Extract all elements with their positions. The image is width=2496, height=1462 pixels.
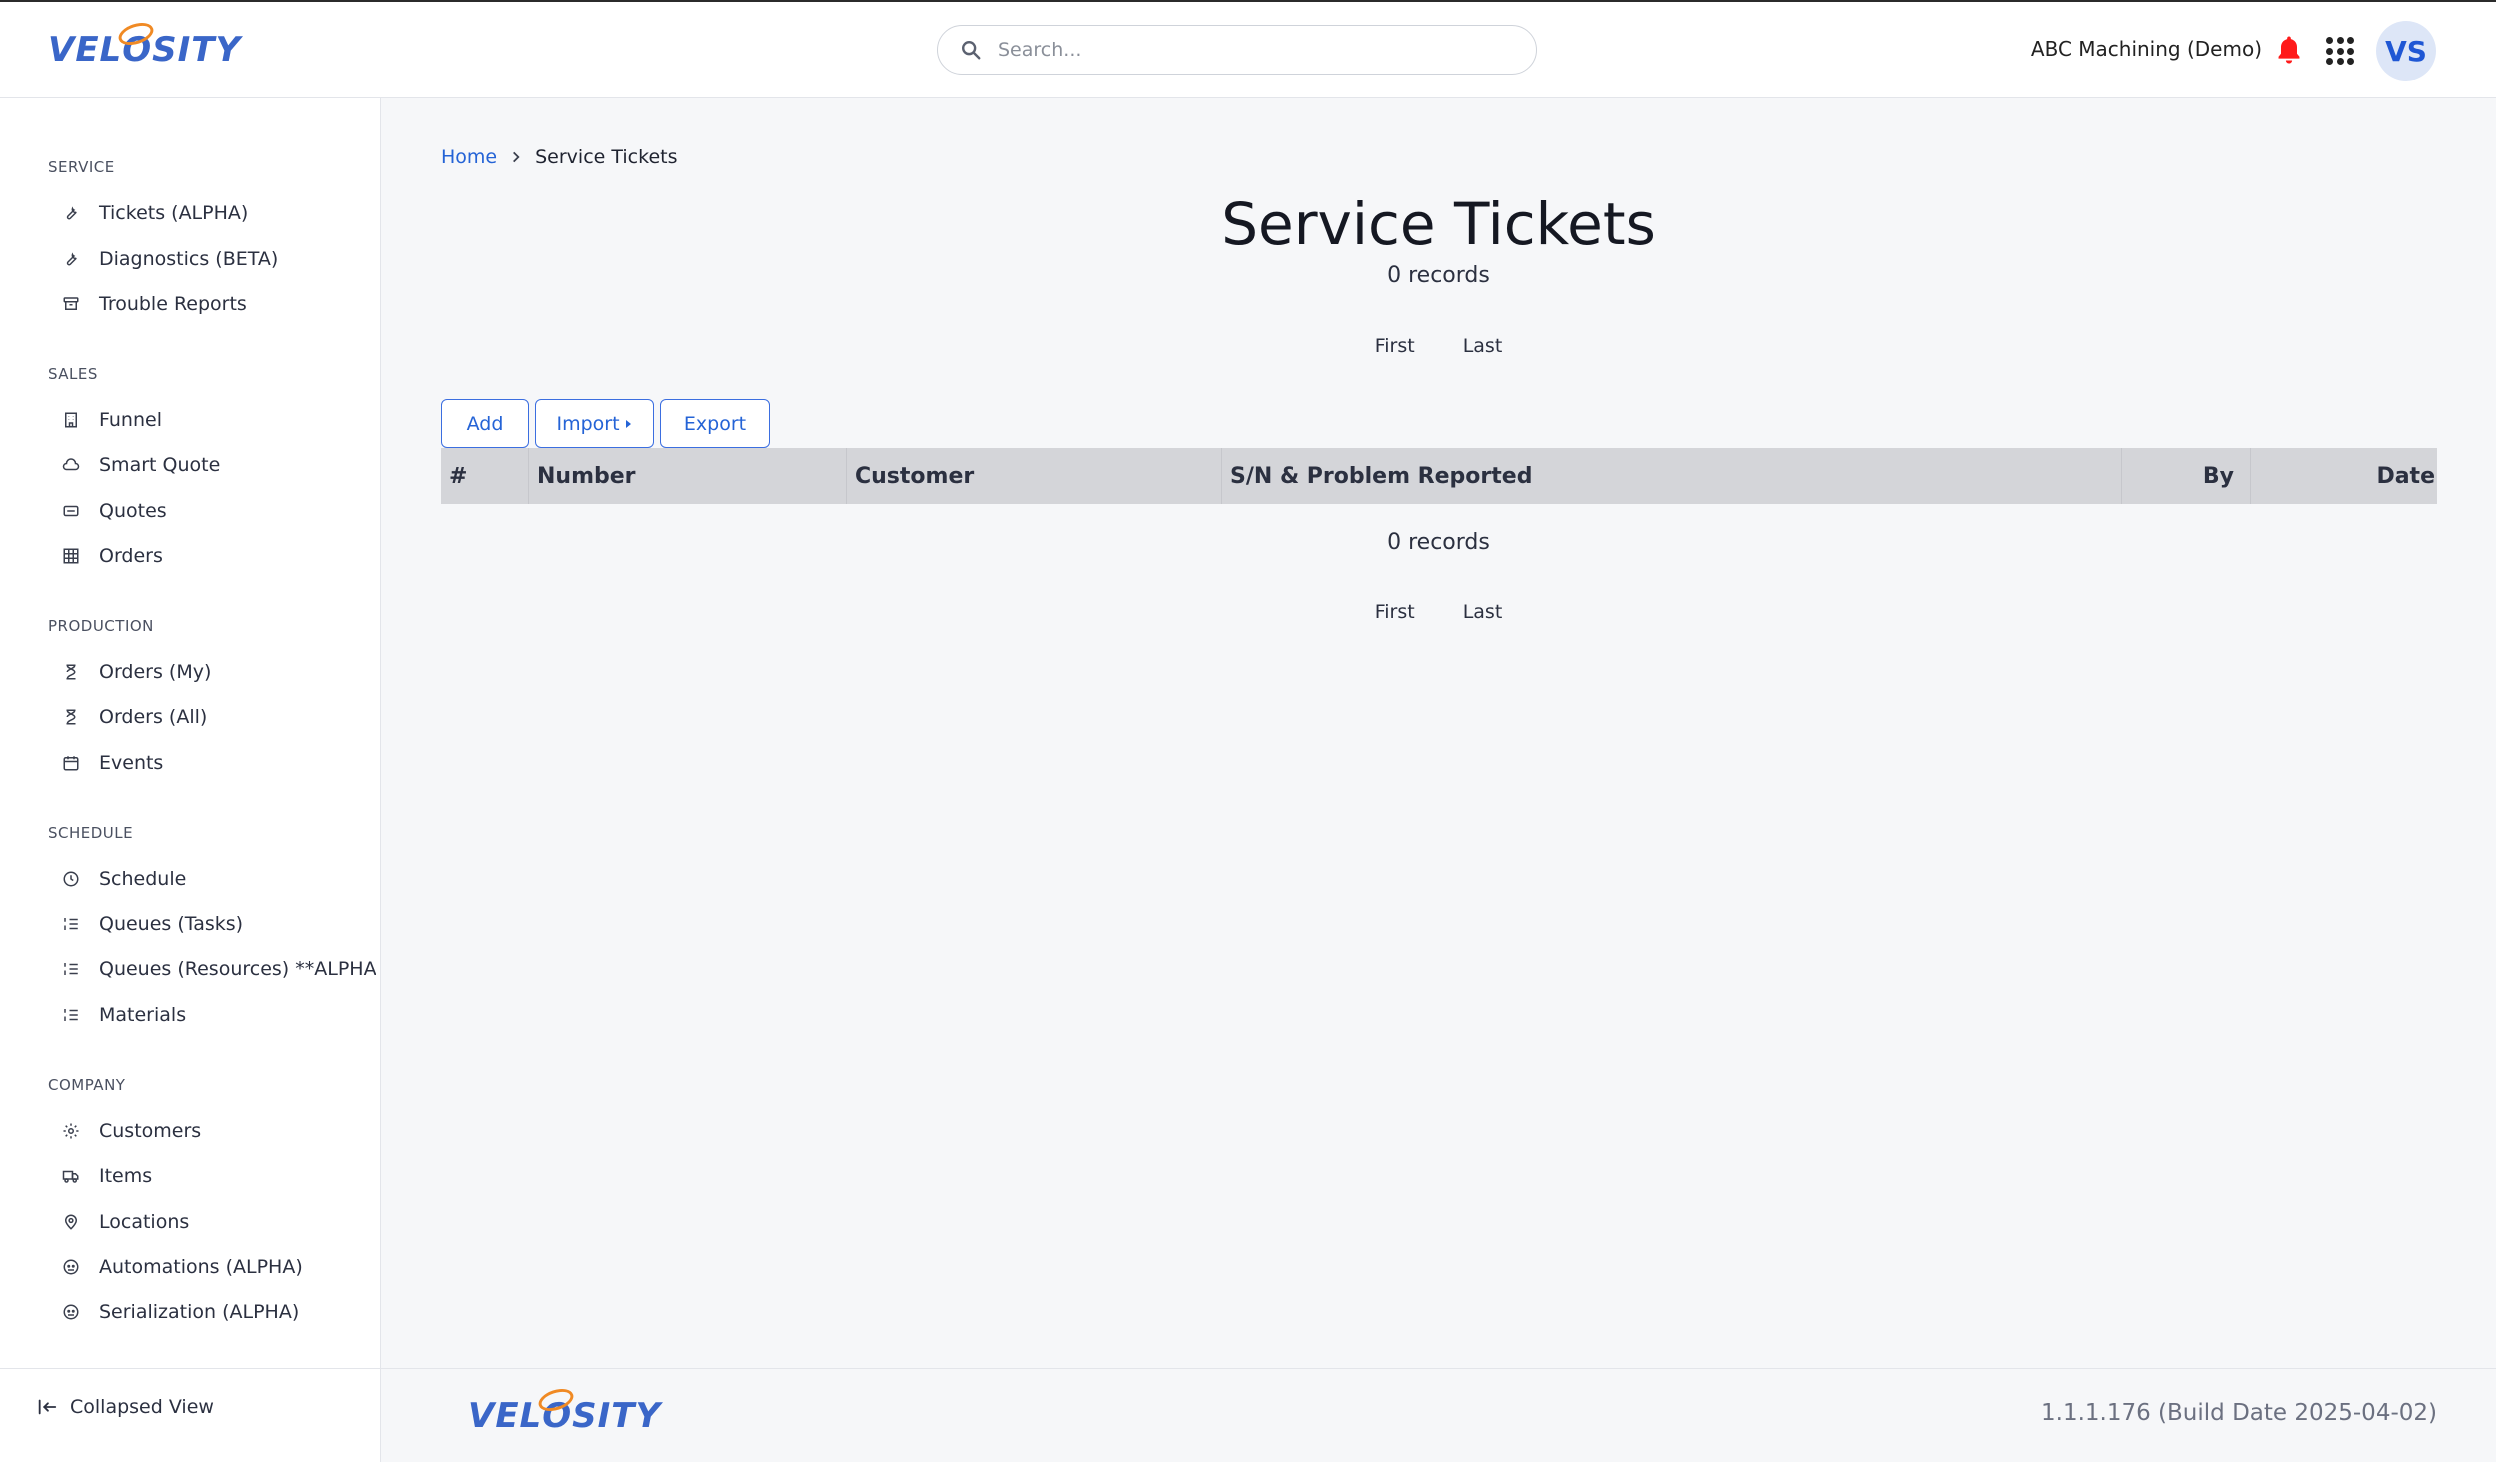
page-title: Service Tickets — [1221, 190, 1656, 258]
pager-last-button[interactable]: Last — [1459, 601, 1507, 623]
sidebar-item-items[interactable]: Items — [60, 1158, 376, 1194]
column-header-number[interactable]: Number — [529, 448, 847, 504]
sidebar-item-smart-quote[interactable]: Smart Quote — [60, 447, 376, 483]
list-ordered-icon — [60, 1004, 82, 1026]
robot-icon — [60, 1256, 82, 1278]
archive-icon — [60, 293, 82, 315]
sidebar-item-automations[interactable]: Automations (ALPHA) — [60, 1249, 376, 1285]
sidebar-item-diagnostics[interactable]: Diagnostics (BETA) — [60, 241, 376, 277]
map-pin-icon — [60, 1211, 82, 1233]
sidebar-item-locations[interactable]: Locations — [60, 1204, 376, 1240]
record-count-top: 0 records — [1387, 263, 1490, 288]
section-label-company: COMPANY — [48, 1076, 126, 1094]
record-count-bottom: 0 records — [1387, 530, 1490, 555]
footer-logo-text: VELOSITY — [468, 1396, 662, 1436]
sidebar-item-customers[interactable]: Customers — [60, 1113, 376, 1149]
table-header-row: # Number Customer S/N & Problem Reported… — [441, 448, 2437, 504]
calendar-icon — [60, 752, 82, 774]
velosity-logo[interactable]: VELOSITY — [48, 30, 241, 70]
avatar[interactable]: VS — [2376, 21, 2436, 81]
robot-icon — [60, 1301, 82, 1323]
sidebar-item-tickets[interactable]: Tickets (ALPHA) — [60, 195, 376, 231]
version-text: 1.1.1.176 (Build Date 2025-04-02) — [2041, 1400, 2437, 1426]
collapsed-view-toggle[interactable]: Collapsed View — [36, 1396, 214, 1418]
list-ordered-icon — [60, 958, 82, 980]
wrench-icon — [60, 202, 82, 224]
caret-right-icon — [625, 419, 631, 428]
search-box[interactable] — [937, 25, 1537, 75]
apps-grid-icon[interactable] — [2326, 37, 2354, 65]
sidebar-item-queues-resources[interactable]: Queues (Resources) **ALPHA** — [60, 951, 376, 987]
breadcrumb-home-link[interactable]: Home — [441, 146, 497, 168]
list-ordered-icon — [60, 913, 82, 935]
column-header-by[interactable]: By — [2122, 448, 2251, 504]
top-bar: VELOSITY ABC Machining (Demo) VS — [0, 0, 2496, 98]
clock-icon — [60, 868, 82, 890]
sidebar-item-events[interactable]: Events — [60, 745, 376, 781]
section-label-production: PRODUCTION — [48, 617, 154, 635]
footer-logo: VELOSITY — [468, 1396, 661, 1436]
column-header-customer[interactable]: Customer — [847, 448, 1222, 504]
section-label-sales: SALES — [48, 365, 98, 383]
wrench-icon — [60, 248, 82, 270]
section-label-schedule: SCHEDULE — [48, 824, 134, 842]
pager-first-button[interactable]: First — [1371, 601, 1419, 623]
sidebar-item-orders[interactable]: Orders — [60, 538, 376, 574]
column-header-date[interactable]: Date — [2251, 448, 2437, 504]
company-name[interactable]: ABC Machining (Demo) — [2031, 37, 2262, 61]
hourglass-icon — [60, 661, 82, 683]
search-input[interactable] — [998, 39, 1498, 61]
sidebar-item-funnel[interactable]: Funnel — [60, 402, 376, 438]
hourglass-icon — [60, 706, 82, 728]
pager-bottom: First Last — [381, 601, 2496, 623]
building-icon — [60, 409, 82, 431]
ticket-icon — [60, 500, 82, 522]
pager-last-button[interactable]: Last — [1459, 335, 1507, 357]
bell-icon[interactable] — [2274, 34, 2304, 66]
add-button[interactable]: Add — [441, 399, 529, 448]
sidebar-item-materials[interactable]: Materials — [60, 997, 376, 1033]
sidebar-item-schedule[interactable]: Schedule — [60, 861, 376, 897]
sidebar-item-quotes[interactable]: Quotes — [60, 493, 376, 529]
cog-icon — [60, 1120, 82, 1142]
sidebar-item-queues-tasks[interactable]: Queues (Tasks) — [60, 906, 376, 942]
section-label-service: SERVICE — [48, 158, 115, 176]
export-button[interactable]: Export — [660, 399, 770, 448]
pager-top: First Last — [381, 335, 2496, 357]
grid-icon — [60, 545, 82, 567]
cloud-icon — [60, 454, 82, 476]
search-icon — [962, 41, 981, 60]
sidebar-item-trouble-reports[interactable]: Trouble Reports — [60, 286, 376, 322]
collapse-left-icon — [38, 1399, 57, 1415]
collapsed-view-label: Collapsed View — [70, 1396, 214, 1418]
breadcrumb-current: Service Tickets — [535, 146, 678, 168]
truck-icon — [60, 1165, 82, 1187]
import-button[interactable]: Import — [535, 399, 654, 448]
sidebar-item-orders-my[interactable]: Orders (My) — [60, 654, 376, 690]
sidebar-item-orders-all[interactable]: Orders (All) — [60, 699, 376, 735]
chevron-right-icon — [513, 151, 520, 163]
breadcrumb: Home Service Tickets — [441, 146, 677, 168]
pager-first-button[interactable]: First — [1371, 335, 1419, 357]
column-header-index[interactable]: # — [441, 448, 529, 504]
column-header-sn-problem[interactable]: S/N & Problem Reported — [1222, 448, 2122, 504]
sidebar-item-serialization[interactable]: Serialization (ALPHA) — [60, 1294, 376, 1330]
logo-text: VELOSITY — [48, 30, 242, 70]
footer-divider — [381, 1368, 2496, 1369]
